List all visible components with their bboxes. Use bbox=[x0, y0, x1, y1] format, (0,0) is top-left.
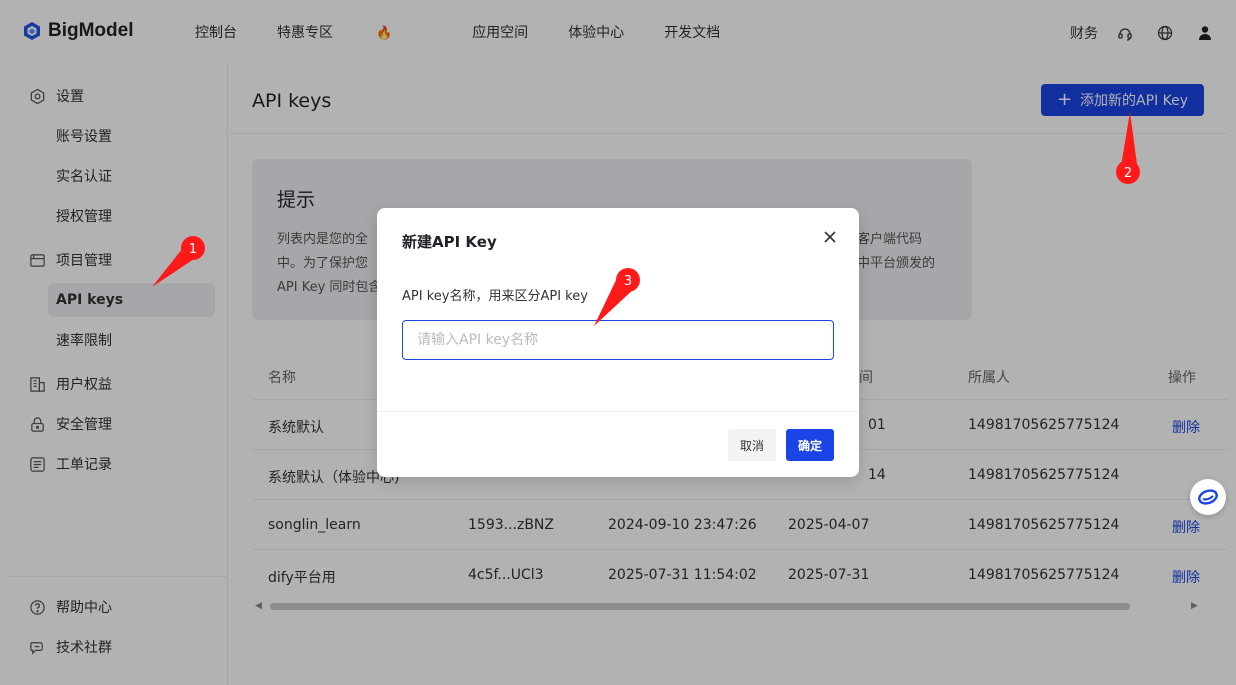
api-key-name-input[interactable] bbox=[402, 320, 834, 360]
close-icon[interactable] bbox=[821, 228, 839, 246]
assistant-icon bbox=[1198, 489, 1218, 505]
dialog-title: 新建API Key bbox=[402, 233, 497, 251]
confirm-button[interactable]: 确定 bbox=[786, 429, 834, 461]
cancel-button[interactable]: 取消 bbox=[728, 429, 776, 461]
floating-assistant-button[interactable] bbox=[1190, 479, 1226, 515]
api-key-name-label: API key名称，用来区分API key bbox=[402, 289, 588, 304]
dialog-divider bbox=[377, 411, 859, 412]
new-api-key-dialog: 新建API Key API key名称，用来区分API key 取消 确定 bbox=[377, 208, 859, 477]
